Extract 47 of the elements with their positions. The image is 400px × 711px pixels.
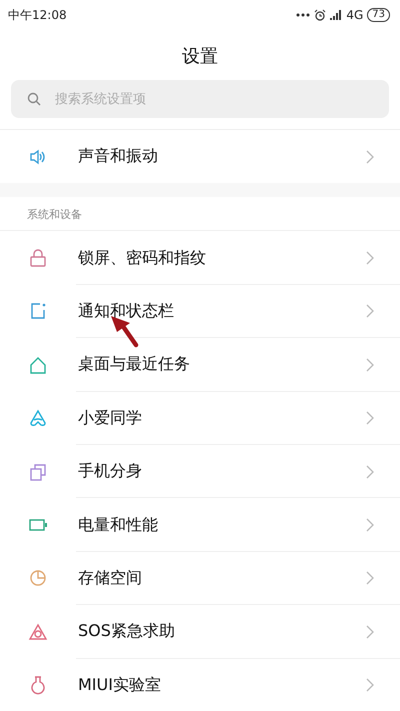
pie-chart-icon [28,568,48,588]
alarm-icon [314,9,326,21]
settings-item[interactable]: 声音和振动 [0,130,400,184]
chevron-icon [366,624,374,639]
settings-item[interactable]: 电量和性能 [0,498,400,552]
item-label: 小爱同学 [78,408,143,429]
item-label: 手机分身 [78,461,143,482]
item-label: 通知和状态栏 [78,300,175,322]
signal-icon [330,10,342,20]
item-label: 桌面与最近任务 [78,354,191,376]
network-type: 4G [346,8,364,22]
chevron-icon [366,251,374,266]
item-label: 锁屏、密码和指纹 [78,248,207,269]
chevron-icon [366,464,374,479]
settings-item[interactable]: 通知和状态栏 [0,284,400,338]
status-time: 中午12:08 [8,6,67,24]
search-icon [27,92,41,106]
item-label: SOS紧急求助 [78,621,176,642]
settings-item[interactable]: MIUI实验室 [0,658,400,711]
settings-item[interactable]: 手机分身 [0,444,400,498]
assistant-icon [28,408,48,428]
settings-item[interactable]: 小爱同学 [0,392,400,445]
item-label: MIUI实验室 [78,674,162,696]
warning-icon [28,622,48,642]
lock-icon [28,248,48,268]
item-label: 声音和振动 [78,146,159,168]
chevron-icon [366,518,374,532]
chevron-icon [366,304,374,318]
battery-level: 73 [367,8,390,22]
page-title: 设置 [181,45,219,69]
settings-item[interactable]: SOS紧急求助 [0,605,400,659]
chevron-icon [366,411,374,426]
search-input[interactable]: 搜索系统设置项 [53,90,373,108]
chevron-icon [366,678,374,692]
chevron-icon [366,150,374,164]
item-label: 电量和性能 [78,514,159,536]
settings-item[interactable]: 锁屏、密码和指纹 [0,231,400,285]
settings-item[interactable]: 存储空间 [0,552,400,606]
item-label: 存储空间 [78,568,143,589]
section-title: 系统和设备 [0,197,400,232]
settings-item[interactable]: 桌面与最近任务 [0,338,400,392]
home-icon [28,354,48,375]
more-dots-icon [296,13,310,17]
copy-icon [28,462,48,482]
chevron-icon [366,571,374,586]
chevron-icon [366,358,374,372]
search-field[interactable]: 搜索系统设置项 [11,80,389,118]
